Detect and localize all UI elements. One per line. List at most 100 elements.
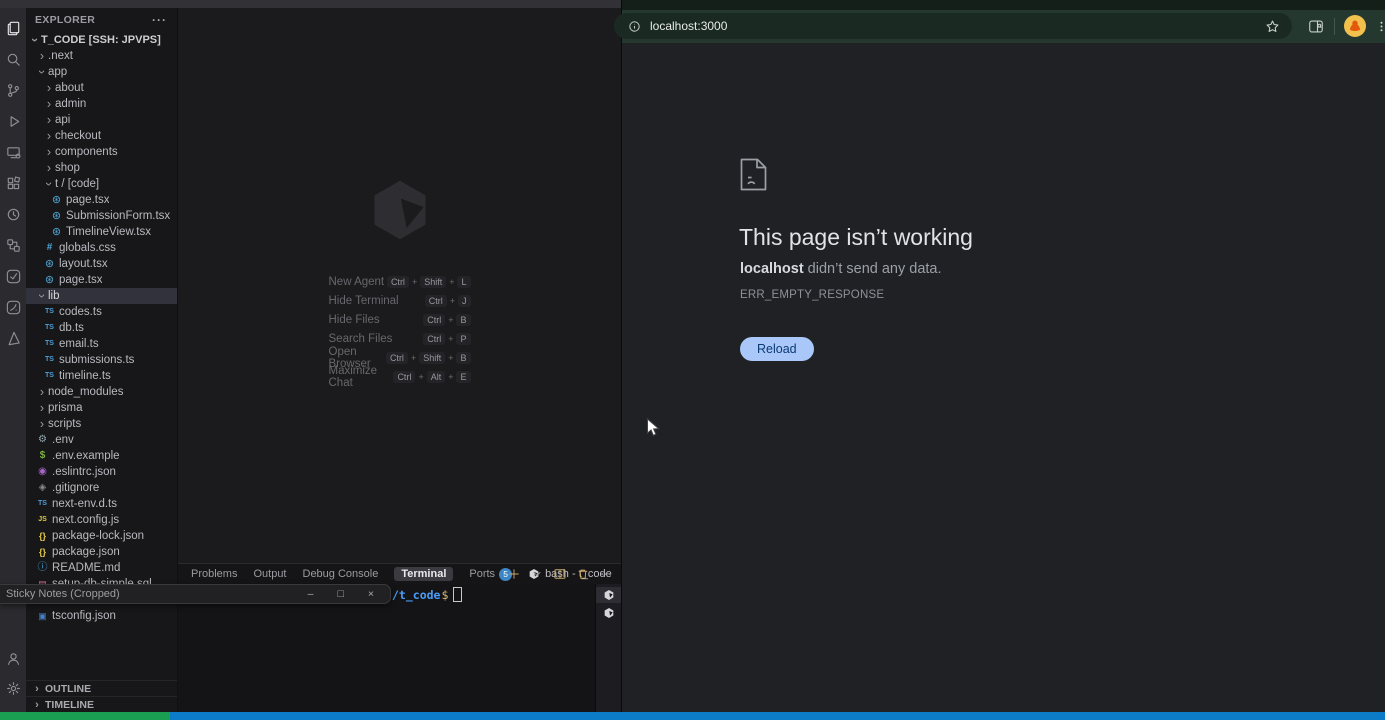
tree-item-label: checkout <box>55 130 102 142</box>
split-terminal-icon[interactable] <box>553 567 567 581</box>
extensions-icon[interactable] <box>0 171 26 195</box>
profile-avatar[interactable] <box>1344 15 1366 37</box>
tree-file--env-example[interactable]: $ .env.example <box>26 448 177 464</box>
tree-folder-lib[interactable]: › lib <box>26 288 177 304</box>
sticky-notes-window[interactable]: Sticky Notes (Cropped) – □ × <box>0 584 391 604</box>
tree-item-label: shop <box>55 162 80 174</box>
panel-tab-problems[interactable]: Problems <box>191 568 237 580</box>
plus-separator: + <box>448 352 454 363</box>
tree-item-label: T_CODE [SSH: JPVPS] <box>41 34 161 46</box>
tree-file-globals-css[interactable]: # globals.css <box>26 240 177 256</box>
panel-tab-terminal[interactable]: Terminal <box>394 567 454 581</box>
ts-file-icon: TS <box>45 372 54 379</box>
tree-item-label: SubmissionForm.tsx <box>66 210 171 222</box>
tree-file-tsconfig-json[interactable]: ▣ tsconfig.json <box>26 608 177 624</box>
tree-file-page-tsx[interactable]: ⊛ page.tsx <box>26 272 177 288</box>
tree-file-package-lock-json[interactable]: {} package-lock.json <box>26 528 177 544</box>
tree-folder-shop[interactable]: › shop <box>26 160 177 176</box>
tree-file-submissions-ts[interactable]: TS submissions.ts <box>26 352 177 368</box>
remote-status-indicator[interactable] <box>0 712 170 720</box>
tree-folder--next[interactable]: › .next <box>26 48 177 64</box>
tree-item-label: layout.tsx <box>59 258 108 270</box>
tree-folder-admin[interactable]: › admin <box>26 96 177 112</box>
braces-file-icon: {} <box>38 531 46 541</box>
tree-item-label: globals.css <box>59 242 116 254</box>
terminal-dropdown-icon[interactable] <box>530 567 544 581</box>
tree-file-timeline-ts[interactable]: TS timeline.ts <box>26 368 177 384</box>
settings-icon[interactable] <box>0 676 26 700</box>
tree-folder-scripts[interactable]: › scripts <box>26 416 177 432</box>
prisma-icon[interactable] <box>0 326 26 350</box>
panel-tab-ports[interactable]: Ports 5 <box>469 567 513 581</box>
tree-file-next-env-d-ts[interactable]: TS next-env.d.ts <box>26 496 177 512</box>
tree-folder-node-modules[interactable]: › node_modules <box>26 384 177 400</box>
explorer-icon[interactable] <box>0 16 26 40</box>
maximize-button[interactable]: □ <box>338 589 344 600</box>
timeline-section[interactable]: › TIMELINE <box>26 696 177 712</box>
tree-folder-api[interactable]: › api <box>26 112 177 128</box>
close-button[interactable]: × <box>368 589 374 600</box>
chevron-right-icon: › <box>46 145 52 159</box>
sticky-notes-title: Sticky Notes (Cropped) <box>6 588 120 600</box>
tree-file-layout-tsx[interactable]: ⊛ layout.tsx <box>26 256 177 272</box>
history-icon[interactable] <box>0 202 26 226</box>
tree-folder-t-code-[interactable]: › t / [code] <box>26 176 177 192</box>
tree-file-readme-md[interactable]: ⓘ README.md <box>26 560 177 576</box>
panel-tab-bar: Problems Output Debug Console Terminal Ports… <box>178 564 621 584</box>
tree-file-page-tsx[interactable]: ⊛ page.tsx <box>26 192 177 208</box>
run-debug-icon[interactable] <box>0 109 26 133</box>
tree-item-label: .gitignore <box>52 482 100 494</box>
tree-folder-t-code-ssh-jpvps-[interactable]: › T_CODE [SSH: JPVPS] <box>26 32 177 48</box>
tree-file-db-ts[interactable]: TS db.ts <box>26 320 177 336</box>
search-icon[interactable] <box>0 47 26 71</box>
tree-item-label: TimelineView.tsx <box>66 226 152 238</box>
tree-item-label: email.ts <box>59 338 99 350</box>
tree-file--gitignore[interactable]: ◈ .gitignore <box>26 480 177 496</box>
tree-folder-app[interactable]: › app <box>26 64 177 80</box>
tree-item-label: components <box>55 146 118 158</box>
agent-b-icon[interactable] <box>0 295 26 319</box>
browser-menu-icon[interactable] <box>1375 19 1385 34</box>
tree-file-package-json[interactable]: {} package.json <box>26 544 177 560</box>
bookmark-star-icon[interactable] <box>1265 19 1280 34</box>
explorer-more-icon[interactable]: ··· <box>152 13 167 27</box>
terminal-prompt[interactable]: /t_code $ <box>392 587 463 602</box>
tree-file--eslintrc-json[interactable]: ◉ .eslintrc.json <box>26 464 177 480</box>
address-bar[interactable]: localhost:3000 <box>614 13 1292 39</box>
account-icon[interactable] <box>0 646 26 670</box>
tree-file-codes-ts[interactable]: TS codes.ts <box>26 304 177 320</box>
panel-tab-debug-console[interactable]: Debug Console <box>303 568 379 580</box>
tree-folder-about[interactable]: › about <box>26 80 177 96</box>
more-actions-icon[interactable] <box>599 567 613 581</box>
tree-folder-components[interactable]: › components <box>26 144 177 160</box>
site-info-icon[interactable] <box>628 20 641 33</box>
minimize-button[interactable]: – <box>308 589 314 600</box>
status-bar-main[interactable] <box>170 712 1385 720</box>
reload-button[interactable]: Reload <box>740 337 814 361</box>
tree-file--env[interactable]: ⚙ .env <box>26 432 177 448</box>
terminal-session-item[interactable] <box>596 605 621 621</box>
tree-file-email-ts[interactable]: TS email.ts <box>26 336 177 352</box>
tree-folder-prisma[interactable]: › prisma <box>26 400 177 416</box>
outline-section[interactable]: › OUTLINE <box>26 680 177 696</box>
chevron-right-icon: › <box>35 698 39 711</box>
chevron-right-icon: › <box>46 129 52 143</box>
tree-file-timelineview-tsx[interactable]: ⊛ TimelineView.tsx <box>26 224 177 240</box>
tree-file-submissionform-tsx[interactable]: ⊛ SubmissionForm.tsx <box>26 208 177 224</box>
chevron-right-icon: › <box>39 49 45 63</box>
plus-separator: + <box>411 276 418 287</box>
tree-file-next-config-js[interactable]: JS next.config.js <box>26 512 177 528</box>
tree-folder-checkout[interactable]: › checkout <box>26 128 177 144</box>
infra-icon[interactable] <box>0 233 26 257</box>
agent-a-icon[interactable] <box>0 264 26 288</box>
tsconfig-file-icon: ▣ <box>38 611 47 621</box>
terminal-session-item[interactable] <box>596 587 621 603</box>
panel-tab-output[interactable]: Output <box>253 568 286 580</box>
source-control-icon[interactable] <box>0 78 26 102</box>
new-terminal-icon[interactable] <box>507 567 521 581</box>
side-panel-icon[interactable] <box>1308 19 1324 34</box>
css-file-icon: # <box>46 242 53 253</box>
remote-icon[interactable] <box>0 140 26 164</box>
kill-terminal-icon[interactable] <box>576 567 590 581</box>
key-chip: B <box>456 351 471 364</box>
